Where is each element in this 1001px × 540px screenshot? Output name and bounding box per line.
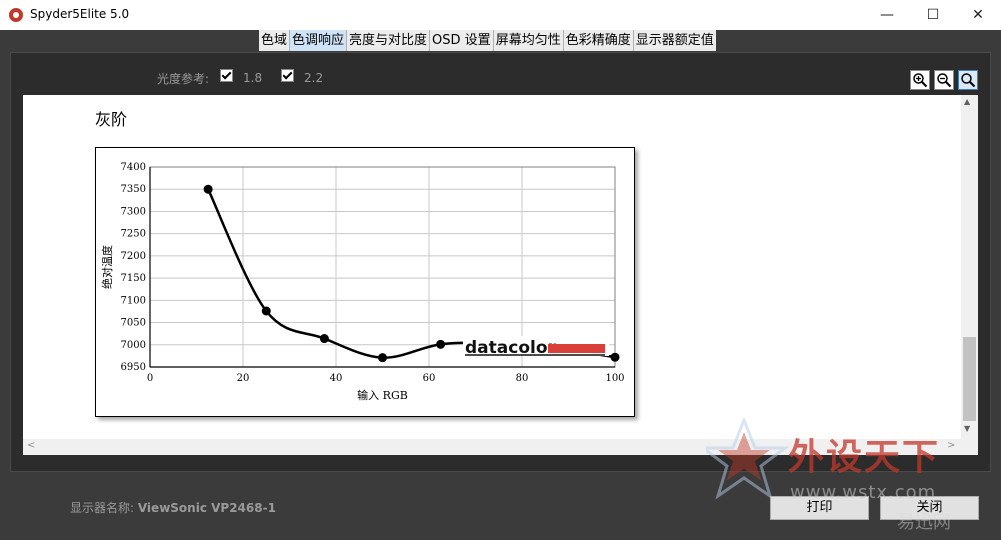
zoom-out-icon[interactable] [934, 70, 954, 90]
data-point [319, 334, 329, 344]
tab-color-gamut[interactable]: 色域 [259, 30, 291, 51]
close-window-button[interactable]: ✕ [955, 0, 1001, 30]
y-tick-label: 7050 [121, 318, 146, 329]
gamma-1-8-label: 1.8 [243, 71, 263, 85]
x-tick-label: 20 [237, 373, 250, 384]
zoom-in-icon[interactable] [910, 70, 930, 90]
gamma-2-2-label: 2.2 [304, 71, 324, 85]
y-tick-label: 7100 [121, 295, 146, 306]
x-tick-label: 40 [330, 373, 343, 384]
x-axis-label: 输入 RGB [357, 388, 408, 402]
section-title: 灰阶 [95, 110, 128, 129]
y-tick-label: 7400 [121, 162, 146, 173]
data-point [378, 353, 387, 363]
luminance-reference-label: 光度参考: [157, 72, 210, 86]
data-point [436, 339, 446, 349]
tab-display-rating[interactable]: 显示器额定值 [633, 30, 716, 51]
app-icon [9, 8, 23, 22]
watermark-url: www.wstx.com [790, 482, 937, 503]
y-axis-label: 绝对温度 [100, 245, 114, 289]
window-title: Spyder5Elite 5.0 [30, 7, 130, 21]
grayscale-chart: 6950 7000 7050 7100 7150 7200 7250 7300 7350 7400… [100, 162, 625, 402]
data-point [203, 184, 213, 194]
vertical-scroll-thumb[interactable] [963, 337, 976, 421]
x-tick-label: 0 [147, 373, 153, 384]
gamma-1-8-checkbox[interactable] [220, 69, 233, 82]
scroll-down-icon[interactable]: ▼ [964, 424, 970, 433]
tab-brightness-contrast[interactable]: 亮度与对比度 [347, 30, 431, 51]
tab-strip: 色域 色调响应 亮度与对比度 OSD 设置 屏幕均匀性 色彩精确度 显示器额定值 [259, 30, 716, 51]
y-tick-label: 6950 [121, 362, 146, 373]
maximize-button[interactable]: ☐ [910, 0, 956, 30]
title-bar: Spyder5Elite 5.0 — ☐ ✕ [0, 0, 1001, 30]
x-tick-label: 100 [605, 373, 624, 384]
y-tick-label: 7350 [121, 184, 146, 195]
series-line [206, 188, 616, 359]
gamma-2-2-checkbox[interactable] [281, 69, 294, 82]
data-point [261, 306, 271, 316]
zoom-icon[interactable] [958, 70, 978, 90]
scroll-left-icon[interactable]: < [27, 440, 35, 451]
y-tick-label: 7000 [121, 340, 146, 351]
watermark-sub: 易迅网 [897, 512, 951, 533]
y-tick-label: 7150 [121, 273, 146, 284]
logo-accent-bar [548, 344, 605, 353]
watermark-brand: 外设天下 [788, 437, 941, 478]
scroll-up-icon[interactable]: ▲ [964, 97, 970, 106]
scroll-right-icon[interactable]: > [947, 440, 955, 451]
display-name: 显示器名称: ViewSonic VP2468-1 [70, 499, 276, 516]
minimize-button[interactable]: — [864, 0, 910, 30]
x-tick-label: 80 [516, 373, 529, 384]
tab-color-accuracy[interactable]: 色彩精确度 [563, 30, 634, 51]
display-name-label: 显示器名称: [70, 501, 138, 515]
y-tick-label: 7250 [121, 229, 146, 240]
tab-screen-uniformity[interactable]: 屏幕均匀性 [493, 30, 564, 51]
y-tick-label: 7200 [121, 251, 146, 262]
y-tick-label: 7300 [121, 206, 146, 217]
x-tick-label: 60 [423, 373, 436, 384]
tab-tone-response[interactable]: 色调响应 [290, 30, 348, 51]
display-name-value: ViewSonic VP2468-1 [137, 501, 276, 515]
tab-osd-settings[interactable]: OSD 设置 [430, 30, 494, 51]
data-point [610, 352, 620, 362]
